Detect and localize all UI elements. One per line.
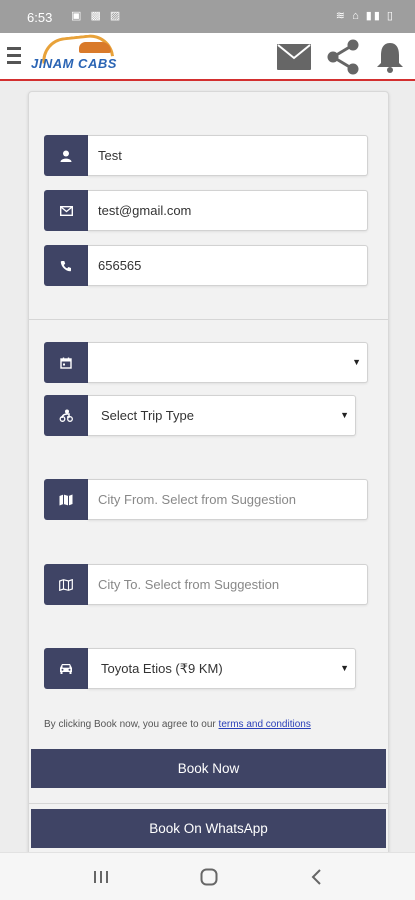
user-icon (44, 135, 88, 176)
trip-type-value: Select Trip Type (101, 408, 194, 423)
section-divider (29, 319, 388, 320)
trip-type-field: Select Trip Type ▼ (44, 395, 356, 436)
map-icon (44, 479, 88, 520)
terms-prefix: By clicking Book now, you agree to our (44, 719, 219, 730)
calendar-icon (44, 342, 88, 383)
city-to-field: City To. Select from Suggestion (44, 564, 368, 605)
recent-apps-icon[interactable] (89, 865, 113, 889)
chevron-down-icon: ▼ (340, 410, 349, 420)
car-select[interactable]: Toyota Etios (₹9 KM) ▼ (88, 648, 356, 689)
city-from-input[interactable]: City From. Select from Suggestion (88, 479, 368, 520)
mail-icon[interactable] (276, 39, 312, 75)
status-time: 6:53 (27, 10, 53, 25)
trip-type-select[interactable]: Select Trip Type ▼ (88, 395, 356, 436)
system-status-icons: ≋ ⌂ ▮▮ ▯ (335, 10, 395, 22)
menu-icon[interactable] (7, 47, 21, 65)
car-value: Toyota Etios (₹9 KM) (101, 660, 223, 676)
terms-link[interactable]: terms and conditions (219, 719, 311, 730)
notification-icons: ▣ ▩ ▨ (71, 10, 124, 22)
email-field: test@gmail.com (44, 190, 368, 231)
book-whatsapp-button[interactable]: Book On WhatsApp (31, 809, 386, 848)
car-field: Toyota Etios (₹9 KM) ▼ (44, 648, 356, 689)
name-input[interactable]: Test (88, 135, 368, 176)
terms-text: By clicking Book now, you agree to our t… (44, 719, 311, 730)
city-from-field: City From. Select from Suggestion (44, 479, 368, 520)
chevron-down-icon: ▼ (352, 357, 361, 367)
envelope-icon (44, 190, 88, 231)
home-icon[interactable] (197, 865, 221, 889)
phone-icon (44, 245, 88, 286)
bell-icon[interactable] (372, 39, 408, 75)
name-field: Test (44, 135, 368, 176)
map-outline-icon (44, 564, 88, 605)
phone-input[interactable]: 656565 (88, 245, 368, 286)
logo[interactable]: JINAM CABS (27, 32, 129, 78)
button-divider (29, 803, 388, 804)
app-header: JINAM CABS (0, 32, 415, 81)
system-nav-bar (0, 852, 415, 900)
date-field: ▼ (44, 342, 368, 383)
back-icon[interactable] (305, 865, 329, 889)
car-icon (44, 648, 88, 689)
status-bar: 6:53 ▣ ▩ ▨ ≋ ⌂ ▮▮ ▯ (0, 0, 415, 33)
logo-text: JINAM CABS (31, 56, 117, 71)
share-icon[interactable] (325, 39, 361, 75)
city-to-input[interactable]: City To. Select from Suggestion (88, 564, 368, 605)
email-input[interactable]: test@gmail.com (88, 190, 368, 231)
date-select[interactable]: ▼ (88, 342, 368, 383)
logo-car (79, 42, 111, 53)
trip-icon (44, 395, 88, 436)
book-now-button[interactable]: Book Now (31, 749, 386, 788)
phone-field: 656565 (44, 245, 368, 286)
chevron-down-icon: ▼ (340, 663, 349, 673)
